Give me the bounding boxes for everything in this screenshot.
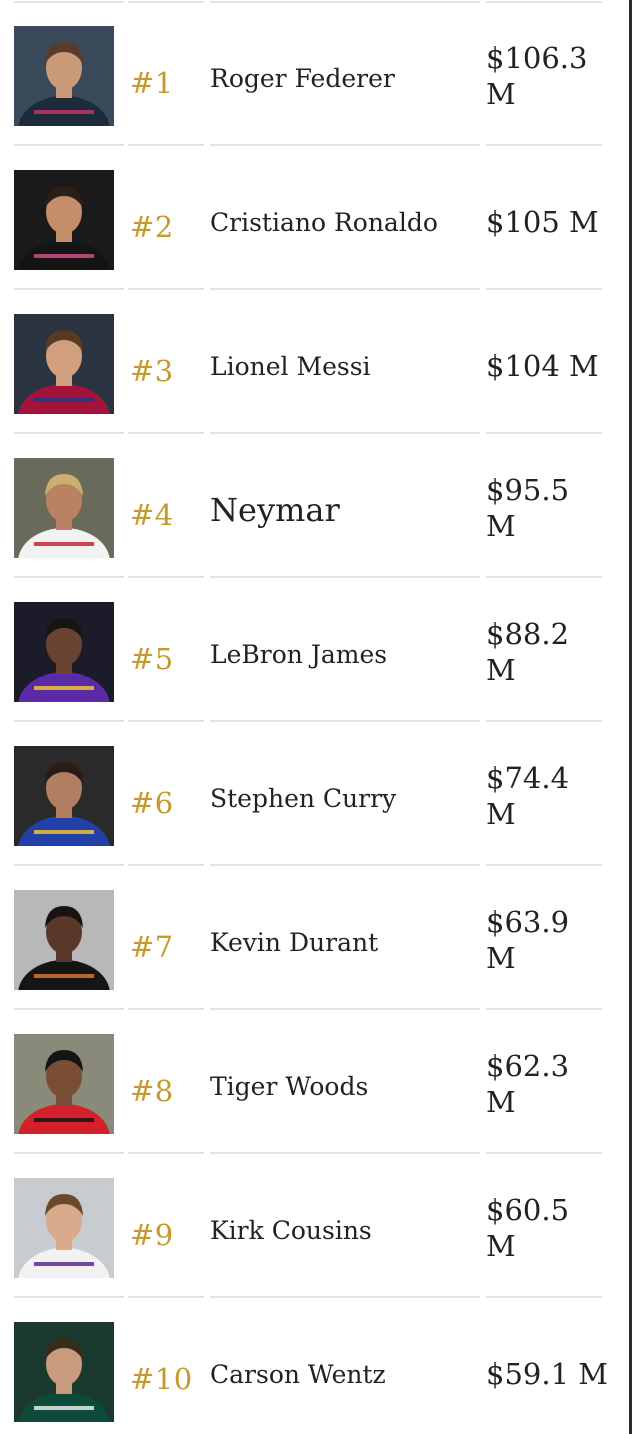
earnings-value: $105 M bbox=[486, 205, 599, 239]
athlete-name: LeBron James bbox=[210, 640, 388, 669]
earnings-value: $63.9 M bbox=[486, 905, 570, 975]
athlete-name: Kevin Durant bbox=[210, 928, 379, 957]
rank-number: #7 bbox=[130, 930, 174, 964]
athlete-photo-icon bbox=[14, 890, 114, 990]
rank-number: #9 bbox=[130, 1218, 174, 1252]
rank-number: #4 bbox=[130, 498, 174, 532]
athlete-name: Stephen Curry bbox=[210, 784, 397, 813]
athlete-name: Neymar bbox=[210, 491, 340, 529]
athlete-photo-icon bbox=[14, 458, 114, 558]
table-row: #4 Neymar $95.5 M bbox=[0, 434, 620, 578]
table-row: #1 Roger Federer $106.3 M bbox=[0, 2, 620, 146]
athlete-name: Tiger Woods bbox=[210, 1072, 369, 1101]
earnings-value: $74.4 M bbox=[486, 761, 570, 831]
athlete-photo-icon bbox=[14, 314, 114, 414]
table-row: #8 Tiger Woods $62.3 M bbox=[0, 1010, 620, 1154]
earnings-value: $88.2 M bbox=[486, 617, 570, 687]
table-row: #10 Carson Wentz $59.1 M bbox=[0, 1298, 620, 1434]
earnings-value: $59.1 M bbox=[486, 1357, 608, 1391]
athlete-photo-icon bbox=[14, 26, 114, 126]
athlete-photo-icon bbox=[14, 1034, 114, 1134]
rank-number: #1 bbox=[130, 66, 174, 100]
earnings-value: $104 M bbox=[486, 349, 599, 383]
athlete-name: Carson Wentz bbox=[210, 1360, 386, 1389]
athlete-photo-icon bbox=[14, 746, 114, 846]
athlete-name: Roger Federer bbox=[210, 64, 395, 93]
table-row: #2 Cristiano Ronaldo $105 M bbox=[0, 146, 620, 290]
table-row: #5 LeBron James $88.2 M bbox=[0, 578, 620, 722]
athlete-photo-icon bbox=[14, 602, 114, 702]
table-row: #7 Kevin Durant $63.9 M bbox=[0, 866, 620, 1010]
earnings-value: $95.5 M bbox=[486, 473, 570, 543]
table-row: #6 Stephen Curry $74.4 M bbox=[0, 722, 620, 866]
athlete-name: Lionel Messi bbox=[210, 352, 371, 381]
rank-number: #3 bbox=[130, 354, 174, 388]
rank-number: #8 bbox=[130, 1074, 174, 1108]
rank-number: #2 bbox=[130, 210, 174, 244]
table-row: #3 Lionel Messi $104 M bbox=[0, 290, 620, 434]
rank-number: #6 bbox=[130, 786, 174, 820]
earnings-value: $106.3 M bbox=[486, 41, 588, 111]
rank-number: #10 bbox=[130, 1362, 193, 1396]
earnings-value: $62.3 M bbox=[486, 1049, 570, 1119]
rank-number: #5 bbox=[130, 642, 174, 676]
athlete-photo-icon bbox=[14, 1178, 114, 1278]
table-row: #9 Kirk Cousins $60.5 M bbox=[0, 1154, 620, 1298]
athlete-name: Cristiano Ronaldo bbox=[210, 208, 438, 237]
earnings-value: $60.5 M bbox=[486, 1193, 570, 1263]
athlete-earnings-list: #1 Roger Federer $106.3 M #2 Cristiano Ronal… bbox=[0, 0, 632, 1434]
athlete-name: Kirk Cousins bbox=[210, 1216, 372, 1245]
athlete-photo-icon bbox=[14, 170, 114, 270]
athlete-photo-icon bbox=[14, 1322, 114, 1422]
